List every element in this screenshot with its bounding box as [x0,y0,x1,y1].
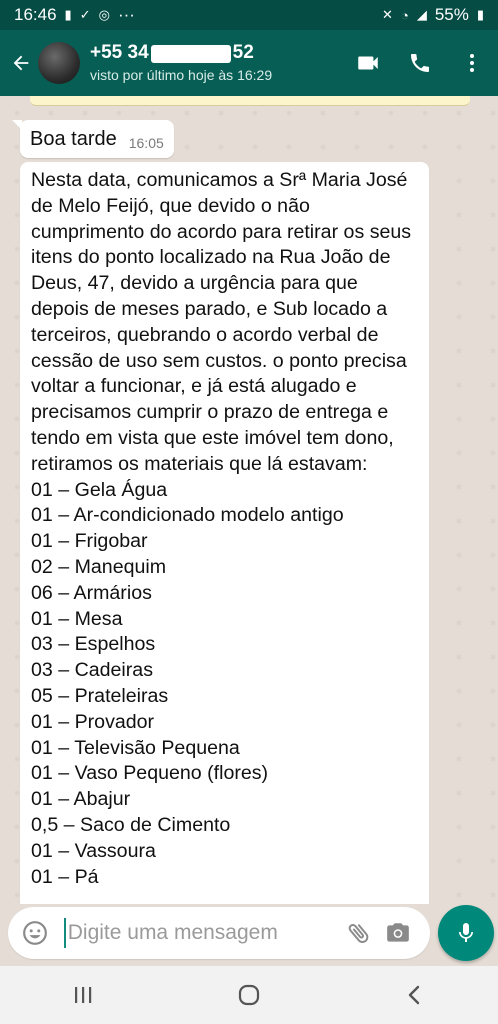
signal-icon: ◢ [416,7,427,22]
list-item: 06 – Armários [31,581,152,604]
list-item: 01 – Pá [31,865,99,888]
notice-paragraph: Nesta data, comunicamos a Srª Maria José… [31,169,412,475]
list-item: 01 – Gela Água [31,478,168,501]
more-vert-icon [470,54,474,72]
list-item: 05 – Prateleiras [31,684,169,707]
nav-home-icon [238,984,260,1006]
mute-icon: ✕ [382,7,393,22]
battery-level: 55% [434,5,469,24]
list-item: 01 – Abajur [31,788,131,811]
compose-bar [0,904,498,962]
wifi-icon: ◔ [400,7,409,23]
chat-area[interactable]: Boa tarde 16:05 Nesta data, comunicamos … [0,96,498,904]
back-button[interactable] [6,43,36,83]
list-item: 01 – Mesa [31,607,123,630]
list-item: 01 – Frigobar [31,530,148,553]
list-item: 01 – Ar-condicionado modelo antigo [31,504,344,527]
list-item: 0,5 – Saco de Cimento [31,813,231,836]
cloud-check-icon: ✓ [79,7,91,22]
video-call-button[interactable] [342,37,394,89]
list-item: 01 – Televisão Pequena [31,736,240,759]
list-item: 01 – Provador [31,710,155,733]
message-input-box [8,907,430,959]
voice-call-button[interactable] [394,37,446,89]
camera-button[interactable] [378,913,418,953]
message-bubble[interactable]: Boa tarde 16:05 [12,120,174,158]
contact-info[interactable]: +55 34 52 visto por último hoje às 16:29 [90,42,342,84]
message-input[interactable] [63,918,339,948]
nav-recents-icon [75,987,92,1003]
status-left: 16:46 ▮ ✓ ◎ ··· [14,5,135,25]
attach-button[interactable] [339,913,379,953]
last-seen: visto por último hoje às 16:29 [90,67,273,83]
contact-name: +55 34 52 [90,42,342,65]
video-call-icon [358,56,378,70]
recents-button[interactable] [53,973,113,1017]
phone-icon [411,54,429,72]
more-options-button[interactable] [446,37,498,89]
status-bar: 16:46 ▮ ✓ ◎ ··· ✕ ◔ ◢ 55% ▮ [0,0,498,30]
chat-header: +55 34 52 visto por último hoje às 16:29 [0,30,498,96]
contact-name-prefix: +55 34 [90,42,149,64]
list-item: 03 – Espelhos [31,633,156,656]
notification-icon: ▮ [64,7,72,22]
list-item: 03 – Cadeiras [31,659,153,682]
system-nav-bar [0,966,498,1024]
battery-icon: ▮ [476,7,484,22]
instagram-icon: ◎ [98,7,110,22]
list-item: 02 – Manequim [31,555,167,578]
notice-message-bubble[interactable]: Nesta data, comunicamos a Srª Maria José… [20,162,429,904]
mic-icon [459,923,473,942]
nav-back-icon [408,985,420,1005]
message-text: Boa tarde [30,127,117,150]
emoji-icon [22,921,47,945]
system-back-button[interactable] [385,973,445,1017]
message-time: 16:05 [128,135,164,151]
attach-icon [348,924,368,943]
previous-message-bubble [30,96,470,106]
emoji-button[interactable] [20,918,50,948]
contact-avatar[interactable] [38,42,80,84]
list-item: 01 – Vaso Pequeno (flores) [31,762,269,785]
home-button[interactable] [219,973,279,1017]
list-item: 01 – Vassoura [31,839,156,862]
status-more: ··· [117,5,135,24]
redaction-block [150,44,231,63]
camera-icon [387,923,410,942]
status-time: 16:46 [14,5,57,24]
back-arrow-icon [13,55,29,71]
contact-name-suffix: 52 [232,42,254,64]
voice-message-button[interactable] [438,905,494,961]
status-right: ✕ ◔ ◢ 55% ▮ [382,5,484,25]
